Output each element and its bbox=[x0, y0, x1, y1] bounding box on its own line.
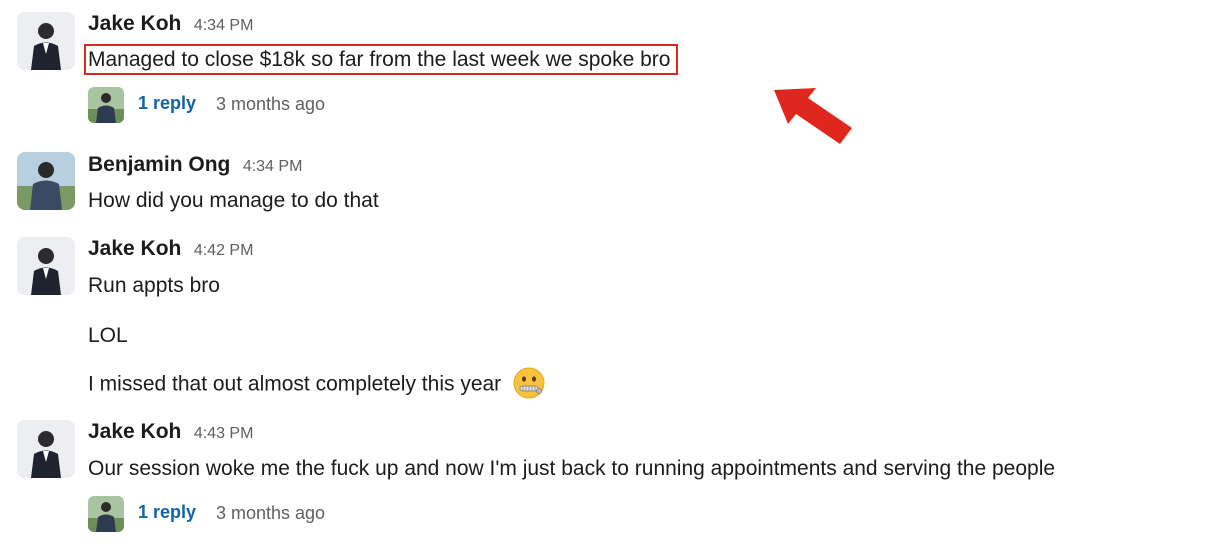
timestamp[interactable]: 4:43 PM bbox=[194, 425, 254, 442]
message-text: LOL bbox=[88, 324, 128, 347]
person-avatar-icon bbox=[17, 237, 75, 295]
message-text: How did you manage to do that bbox=[88, 189, 379, 212]
person-avatar-icon bbox=[17, 152, 75, 210]
reply-time: 3 months ago bbox=[216, 503, 326, 523]
author-name[interactable]: Jake Koh bbox=[88, 420, 181, 443]
author-name[interactable]: Benjamin Ong bbox=[88, 153, 230, 176]
reply-time: 3 months ago bbox=[216, 94, 326, 114]
avatar[interactable] bbox=[17, 152, 75, 210]
person-avatar-icon bbox=[17, 420, 75, 478]
person-avatar-icon bbox=[17, 12, 75, 70]
timestamp[interactable]: 4:34 PM bbox=[194, 17, 254, 34]
message-text: I missed that out almost completely this… bbox=[88, 372, 502, 396]
message-text: Our session woke me the fuck up and now … bbox=[88, 457, 1056, 480]
reply-count-link[interactable]: 1 reply bbox=[138, 502, 196, 523]
red-arrow-icon bbox=[774, 88, 852, 144]
reply-avatar bbox=[88, 496, 124, 532]
reply-count-link[interactable]: 1 reply bbox=[138, 93, 196, 114]
zipper-mouth-face-icon bbox=[513, 367, 545, 399]
author-name[interactable]: Jake Koh bbox=[88, 237, 181, 260]
timestamp[interactable]: 4:34 PM bbox=[243, 158, 303, 175]
person-avatar-icon bbox=[88, 87, 124, 123]
timestamp[interactable]: 4:42 PM bbox=[194, 242, 254, 259]
avatar[interactable] bbox=[17, 420, 75, 478]
person-avatar-icon bbox=[88, 496, 124, 532]
message-text: Run appts bro bbox=[88, 274, 220, 297]
avatar[interactable] bbox=[17, 237, 75, 295]
avatar[interactable] bbox=[17, 12, 75, 70]
message-text: Managed to close $18k so far from the la… bbox=[83, 44, 679, 75]
author-name[interactable]: Jake Koh bbox=[88, 12, 181, 35]
reply-avatar bbox=[88, 87, 124, 123]
